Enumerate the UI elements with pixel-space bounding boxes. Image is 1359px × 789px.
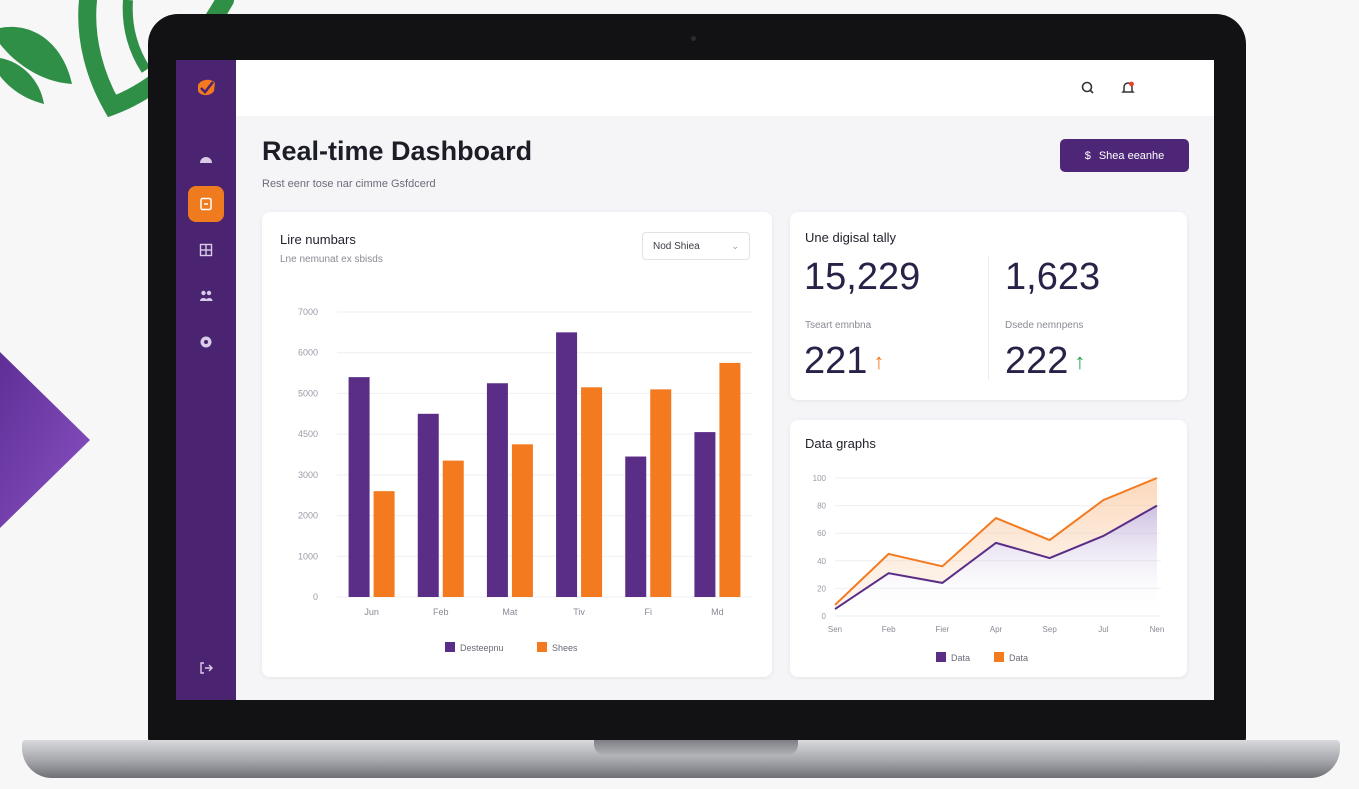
sidebar-item-settings[interactable] [188, 324, 224, 360]
legend-label: Data [951, 653, 970, 663]
legend-label: Desteepnu [460, 643, 504, 653]
legend-swatch [445, 642, 455, 652]
x-tick-label: Feb [882, 625, 896, 634]
bar-chart: 0 1000 2000 3000 4500 5000 6000 7000 Jun Feb Mat Ti… [298, 307, 752, 653]
settings-icon [200, 336, 212, 348]
y-tick-label: 6000 [298, 348, 318, 358]
sidebar [176, 60, 236, 700]
graphs-card: Data graphs 0 20 40 60 80 100 Sen Feb Fier Apr Sep… [790, 420, 1187, 677]
stat-right-value: 222 [1005, 340, 1069, 382]
x-tick-label: Md [711, 607, 724, 617]
search-icon[interactable] [1080, 80, 1096, 96]
stat-secondary-value: 1,623 [1005, 256, 1101, 298]
y-tick-label: 100 [813, 474, 827, 483]
y-tick-label: 7000 [298, 307, 318, 317]
x-tick-label: Nen [1150, 625, 1165, 634]
bar-purple [417, 413, 439, 597]
stats-card-title: Une digisal tally [805, 230, 897, 245]
x-tick-label: Fier [935, 625, 949, 634]
sidebar-item-dashboard[interactable] [188, 140, 224, 176]
y-tick-label: 4500 [298, 429, 318, 439]
webcam [691, 36, 696, 41]
y-tick-label: 80 [817, 502, 826, 511]
sidebar-item-documents[interactable] [188, 186, 224, 222]
stat-left-value: 221 [804, 340, 868, 382]
top-bar [236, 60, 1214, 116]
app-logo-icon [198, 79, 215, 96]
legend-swatch [537, 642, 547, 652]
stat-label-right: Dsede nemnpens [1005, 320, 1084, 331]
y-tick-label: 40 [817, 557, 826, 566]
x-tick-label: Apr [990, 625, 1003, 634]
y-tick-label: 20 [817, 584, 826, 593]
legend-swatch [994, 652, 1004, 662]
stat-total-value: 15,229 [804, 256, 921, 298]
x-tick-label: Jul [1098, 625, 1108, 634]
bar-purple [625, 456, 647, 597]
legend-label: Shees [552, 643, 578, 653]
bar-purple [556, 332, 578, 597]
bar-purple [486, 383, 508, 597]
bar-orange [442, 460, 464, 597]
purple-arrow-decoration [0, 352, 90, 528]
bar-orange [650, 389, 672, 597]
numbers-card: Lire numbars Lne nemunat ex sbisds Nod S… [262, 212, 772, 677]
grid-icon [199, 243, 213, 257]
stats-divider [988, 256, 989, 380]
stats-card: Une digisal tally 15,229 1,623 Tseart em… [790, 212, 1187, 400]
stat-right-group: 222 ↑ [1005, 340, 1085, 383]
x-tick-label: Mat [502, 607, 518, 617]
legend-swatch [936, 652, 946, 662]
x-tick-label: Sen [828, 625, 842, 634]
stat-label-left: Tseart emnbna [805, 320, 872, 331]
sidebar-item-reports[interactable] [188, 232, 224, 268]
primary-action-label: Shea eeanhe [1098, 149, 1165, 162]
area-chart: 0 20 40 60 80 100 Sen Feb Fier Apr Sep Jul Nen Data Da… [813, 474, 1165, 663]
logout-icon [200, 662, 213, 674]
x-tick-label: Jun [364, 607, 379, 617]
document-icon [200, 197, 212, 211]
bar-purple [348, 377, 370, 597]
legend-label: Data [1009, 653, 1028, 663]
bar-orange [581, 387, 603, 597]
page-title: Real-time Dashboard [262, 136, 533, 166]
y-tick-label: 5000 [298, 388, 318, 398]
x-tick-label: Fi [645, 607, 653, 617]
y-tick-label: 60 [817, 529, 826, 538]
x-tick-label: Tiv [573, 607, 585, 617]
y-tick-label: 0 [822, 612, 827, 621]
page-subtitle: Rest eenr tose nar cimme Gsfdcerd [262, 178, 436, 190]
dashboard-icon [200, 157, 212, 163]
y-tick-label: 3000 [298, 470, 318, 480]
sidebar-item-users[interactable] [188, 278, 224, 314]
y-tick-label: 1000 [298, 551, 318, 561]
logout-button[interactable] [188, 650, 224, 686]
arrow-up-icon: ↑ [1074, 349, 1086, 374]
dollar-icon: $ [1084, 149, 1091, 162]
laptop-hinge-notch [594, 740, 798, 756]
y-tick-label: 2000 [298, 511, 318, 521]
x-tick-label: Feb [433, 607, 449, 617]
bar-orange [373, 491, 395, 597]
stat-left-group: 221 ↑ [804, 340, 884, 383]
bar-orange [719, 362, 741, 597]
bar-purple [694, 432, 716, 597]
x-tick-label: Sep [1043, 625, 1058, 634]
primary-action-button[interactable]: $ Shea eeanhe [1060, 139, 1189, 172]
y-tick-label: 0 [313, 592, 318, 602]
bell-icon[interactable] [1120, 80, 1136, 96]
users-icon [200, 290, 213, 301]
bar-orange [511, 444, 533, 597]
dashboard-screen: Real-time Dashboard Rest eenr tose nar c… [176, 60, 1214, 700]
arrow-up-icon: ↑ [873, 349, 885, 374]
